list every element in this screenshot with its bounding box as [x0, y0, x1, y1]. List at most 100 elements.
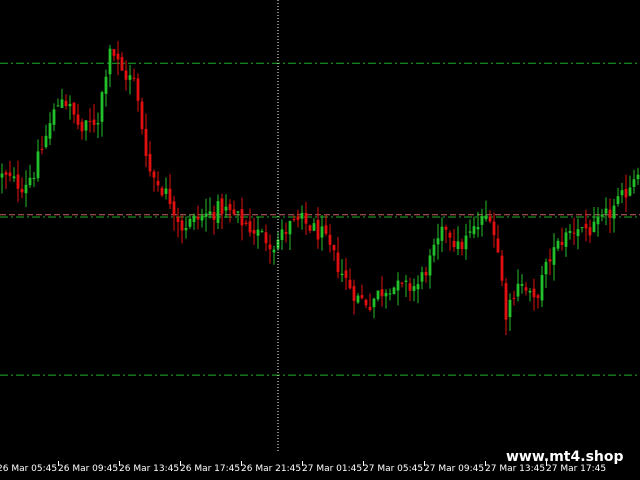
candle-body — [568, 231, 572, 233]
candle-body — [340, 273, 344, 276]
candle-body — [472, 226, 476, 235]
candle-body — [192, 215, 196, 223]
candle-body — [32, 177, 36, 179]
candle-body — [20, 188, 24, 193]
candle-body — [392, 287, 396, 294]
candle-body — [400, 282, 404, 284]
candle-body — [216, 201, 220, 223]
candle-body — [560, 241, 564, 246]
chart-background — [0, 0, 640, 480]
candle-body — [532, 288, 536, 298]
candle-body — [272, 249, 276, 253]
candle-body — [584, 223, 588, 229]
x-tick-label: 27 Mar 01:45 — [302, 464, 362, 474]
candle-body — [448, 232, 452, 238]
candle-body — [168, 188, 172, 204]
candle-body — [380, 289, 384, 297]
candle-body — [468, 231, 472, 233]
x-tick-label: 27 Mar 13:45 — [485, 464, 545, 474]
candle-body — [64, 100, 68, 107]
candle-body — [248, 221, 252, 233]
candle-body — [320, 226, 324, 238]
x-tick-label: 27 Mar 05:45 — [363, 464, 423, 474]
candle-body — [0, 173, 4, 178]
candle-body — [452, 240, 456, 248]
candle-body — [156, 180, 160, 186]
candle-body — [96, 123, 100, 125]
candle-body — [112, 49, 116, 56]
candle-body — [436, 238, 440, 245]
candle-body — [12, 176, 16, 179]
candle-body — [288, 221, 292, 235]
candle-body — [412, 286, 416, 291]
candle-body — [140, 101, 144, 130]
candle-body — [132, 77, 136, 79]
candle-body — [148, 153, 152, 172]
candle-body — [60, 99, 64, 108]
candle-body — [236, 211, 240, 213]
candle-body — [388, 293, 392, 295]
candle-body — [488, 216, 492, 222]
candle-body — [556, 240, 560, 249]
candle-body — [84, 120, 88, 131]
candle-body — [36, 151, 40, 179]
candle-body — [552, 247, 556, 265]
candle-body — [176, 216, 180, 222]
candle-body — [164, 188, 168, 194]
candle-body — [508, 299, 512, 318]
candle-body — [376, 290, 380, 300]
candle-body — [296, 216, 300, 220]
candle-body — [160, 187, 164, 196]
candle-body — [464, 235, 468, 250]
candle-body — [580, 227, 584, 229]
candle-body — [612, 205, 616, 219]
candle-body — [624, 188, 628, 198]
candle-body — [456, 241, 460, 250]
candle-body — [188, 218, 192, 227]
candle-body — [484, 215, 488, 220]
candle-body — [604, 208, 608, 214]
candle-body — [100, 92, 104, 122]
candle-body — [408, 283, 412, 291]
candle-body — [332, 245, 336, 251]
candle-body — [16, 174, 20, 189]
candle-body — [520, 284, 524, 286]
candle-body — [224, 206, 228, 211]
candle-body — [492, 221, 496, 236]
candle-body — [88, 121, 92, 123]
candle-body — [324, 225, 328, 234]
candle-body — [572, 232, 576, 234]
candle-body — [596, 217, 600, 225]
candle-body — [528, 290, 532, 293]
candle-body — [356, 295, 360, 303]
candle-body — [524, 287, 528, 291]
candle-body — [204, 213, 208, 217]
candle-body — [128, 75, 132, 80]
candle-body — [496, 238, 500, 253]
candle-body — [40, 148, 44, 150]
candle-body — [280, 229, 284, 241]
x-tick-label: 26 Mar 17:45 — [180, 464, 240, 474]
candle-body — [4, 172, 8, 175]
candle-body — [536, 295, 540, 298]
candle-body — [228, 204, 232, 211]
candle-body — [428, 255, 432, 276]
candle-body — [620, 190, 624, 196]
candle-body — [516, 283, 520, 297]
candle-body — [24, 184, 28, 194]
candle-body — [152, 171, 156, 178]
candle-body — [480, 216, 484, 225]
candle-body — [292, 218, 296, 220]
candle-body — [212, 211, 216, 220]
candle-body — [636, 174, 640, 180]
chart-canvas[interactable]: 26 Mar 05:45 26 Mar 09:45 26 Mar 13:45 26 M… — [0, 0, 640, 480]
candle-body — [444, 226, 448, 230]
price-chart[interactable]: 26 Mar 05:45 26 Mar 09:45 26 Mar 13:45 26 M… — [0, 0, 640, 480]
candle-body — [52, 109, 56, 125]
x-tick-label: 26 Mar 09:45 — [58, 464, 118, 474]
candle-body — [232, 209, 236, 215]
candle-body — [460, 241, 464, 250]
candle-body — [80, 121, 84, 132]
candle-body — [504, 283, 508, 320]
candle-body — [196, 216, 200, 220]
